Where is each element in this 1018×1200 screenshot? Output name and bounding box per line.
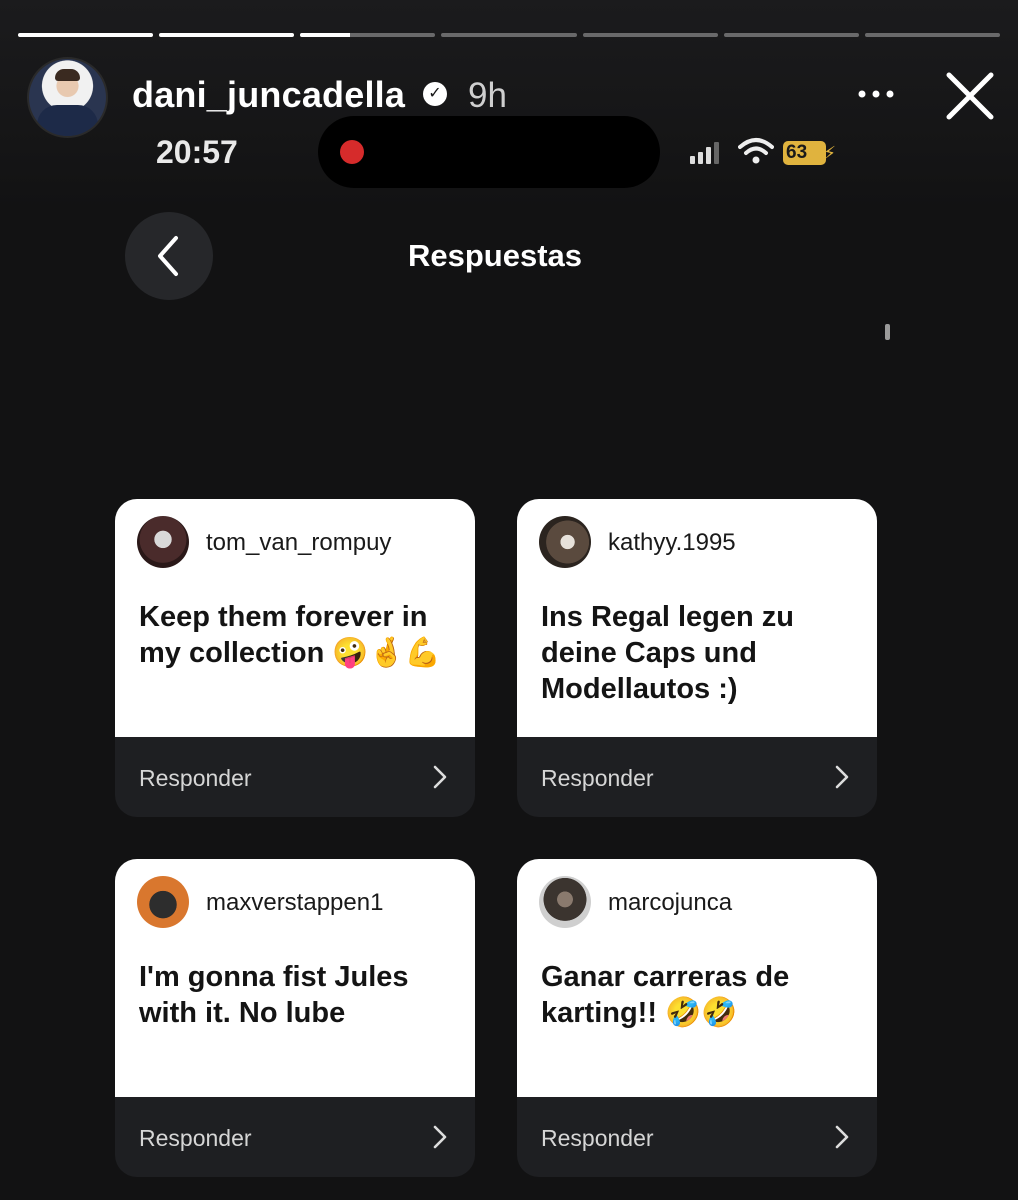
story-progress-segment	[300, 33, 436, 37]
cell-signal-icon	[690, 142, 719, 164]
reply-message: I'm gonna fist Jules with it. No lube	[139, 961, 409, 1029]
respond-button[interactable]: Responder	[139, 1125, 252, 1152]
story-progress-segment	[18, 33, 154, 37]
chevron-right-icon[interactable]	[433, 1125, 447, 1149]
reply-message: Ganar carreras de karting!! 🤣🤣	[541, 961, 790, 1029]
dynamic-island	[318, 116, 660, 188]
reply-card: tom_van_rompuy Keep them forever in my c…	[115, 499, 475, 817]
page-title: Respuestas	[407, 238, 583, 273]
card-body: maxverstappen1 I'm gonna fist Jules with…	[115, 859, 475, 1097]
battery-level: 63	[786, 142, 808, 163]
chevron-right-icon[interactable]	[835, 1125, 849, 1149]
chevron-right-icon[interactable]	[835, 765, 849, 789]
respond-button[interactable]: Responder	[541, 1125, 654, 1152]
story-progress-segment	[159, 33, 295, 37]
recording-dot-icon	[340, 140, 364, 164]
reply-username[interactable]: tom_van_rompuy	[206, 529, 391, 557]
story-progress-segment	[441, 33, 577, 37]
close-icon[interactable]	[940, 66, 1000, 126]
reply-message: Keep them forever in my collection 🤪🤞💪	[139, 601, 441, 669]
scrollbar[interactable]	[885, 324, 890, 340]
story-progress-bar	[18, 33, 1000, 37]
reply-card: maxverstappen1 I'm gonna fist Jules with…	[115, 859, 475, 1177]
avatar[interactable]	[137, 516, 189, 568]
story-progress-segment	[864, 33, 1000, 37]
respond-button[interactable]: Responder	[139, 765, 252, 792]
reply-card: marcojunca Ganar carreras de karting!! 🤣…	[517, 859, 877, 1177]
more-horizontal-icon[interactable]	[855, 80, 897, 108]
avatar[interactable]	[539, 876, 591, 928]
avatar[interactable]	[539, 516, 591, 568]
story-username[interactable]: dani_juncadella	[132, 74, 405, 116]
reply-message: Ins Regal legen zu deine Caps und Modell…	[541, 601, 794, 705]
respond-button[interactable]: Responder	[541, 765, 654, 792]
charging-bolt-icon: ⚡	[823, 143, 836, 163]
story-progress-segment	[582, 33, 718, 37]
reply-username[interactable]: marcojunca	[608, 889, 732, 917]
verified-badge-icon: ✓	[423, 82, 447, 106]
story-progress-segment	[723, 33, 859, 37]
wifi-icon	[738, 138, 774, 164]
card-body: tom_van_rompuy Keep them forever in my c…	[115, 499, 475, 737]
reply-card: kathyy.1995 Ins Regal legen zu deine Cap…	[517, 499, 877, 817]
card-body: marcojunca Ganar carreras de karting!! 🤣…	[517, 859, 877, 1097]
battery-indicator: 63 ⚡	[783, 141, 836, 165]
reply-username[interactable]: maxverstappen1	[206, 889, 383, 917]
card-body: kathyy.1995 Ins Regal legen zu deine Cap…	[517, 499, 877, 737]
chevron-right-icon[interactable]	[433, 765, 447, 789]
reply-username[interactable]: kathyy.1995	[608, 529, 736, 557]
phone-clock: 20:57	[156, 134, 238, 170]
avatar[interactable]	[137, 876, 189, 928]
profile-avatar[interactable]	[27, 57, 108, 138]
story-time-ago: 9h	[468, 76, 507, 115]
